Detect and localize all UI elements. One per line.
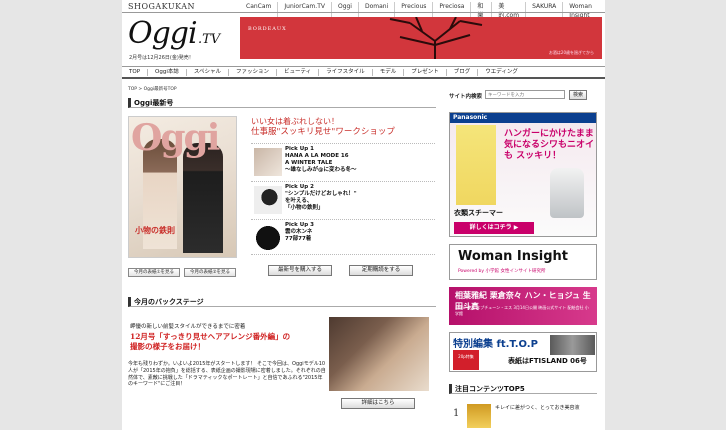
- backstage-headline[interactable]: 12月号「すっきり見せヘアアレンジ番外編」の 撮影の様子をお届け！: [130, 332, 290, 352]
- special-edition-banner[interactable]: 特別編集 ft.T.O.P 20p特集 表紙はFTISLAND 06号: [449, 332, 597, 372]
- detail-button[interactable]: 詳細はこちら: [341, 398, 415, 409]
- search-input[interactable]: [485, 90, 565, 99]
- special-photo-strip: [550, 335, 595, 355]
- pickup-item[interactable]: Pick Up 3 雲の木ンネ 77部77着: [251, 219, 435, 255]
- pickup-thumbnail: [254, 224, 282, 252]
- section-title-latest: Oggi最新号: [128, 98, 436, 108]
- nav-item-magazine[interactable]: Oggi本誌: [148, 68, 187, 76]
- cover-title: Oggi: [131, 117, 220, 159]
- woman-insight-banner[interactable]: Woman Insight Powered by 小学館 女性インサイト研究所: [449, 244, 597, 280]
- pickup-line: 雲の木ンネ: [285, 229, 313, 235]
- backstage-headline-line: 撮影の様子をお届け！: [130, 342, 205, 351]
- pickup-label: Pick Up 1: [285, 146, 314, 152]
- cover-model-male: [183, 143, 223, 253]
- nav-item-present[interactable]: プレゼント: [404, 68, 447, 76]
- backstage-headline-line: 12月号「すっきり見せヘアアレンジ番外編」の: [130, 332, 291, 341]
- tree-branches-icon: [389, 17, 483, 59]
- buy-issue-button[interactable]: 最新号を購入する: [268, 265, 332, 276]
- pickup-line: 77部77着: [285, 236, 312, 242]
- pickup-thumbnail: [254, 186, 282, 214]
- pickup-label: Pick Up 2: [285, 184, 314, 190]
- global-nav: TOP Oggi本誌 スペシャル ファッション ビューティ ライフスタイル モデ…: [122, 66, 605, 79]
- ranking-text: キレイに差がつく、とっておき美容液: [495, 405, 580, 411]
- feature-catch-line1: いい女は着ぶれしない！: [251, 117, 339, 126]
- header-divider: [122, 12, 605, 13]
- pickup-line: A WINTER TALE: [285, 160, 333, 166]
- backstage-lead: 岬優の新しい前髪スタイルができるまでに密着: [130, 324, 246, 330]
- nav-item-fashion[interactable]: ファッション: [229, 68, 277, 76]
- nav-item-model[interactable]: モデル: [373, 68, 405, 76]
- pickup-line: 〜雄なしみが@に変わる冬〜: [285, 167, 357, 173]
- nav-item-lifestyle[interactable]: ライフスタイル: [319, 68, 373, 76]
- magazine-cover[interactable]: Oggi 小物の鉄則: [128, 116, 237, 258]
- drama-sub: 出演：波乱 ネプチューン・エス 3月14日公開 映画公式サイト 配給会社 小学館: [455, 305, 589, 316]
- panasonic-ad[interactable]: Panasonic ハンガーにかけたまま 気になるシワもニオイも スッキリ！ 衣…: [449, 112, 597, 237]
- pickup-line: を叶える、: [285, 198, 313, 204]
- ranking-number: 1: [453, 408, 460, 419]
- nav-item-wedding[interactable]: ウエディング: [478, 69, 525, 76]
- pickup-text: Pick Up 2 "シンプルだけどおしゃれ！" を叶える、 「小物の鉄則」: [285, 184, 357, 212]
- search-label: サイト内検索: [449, 94, 483, 100]
- panasonic-cta-button[interactable]: 詳しくはコチラ ▶: [454, 222, 534, 234]
- pickup-item[interactable]: Pick Up 2 "シンプルだけどおしゃれ！" を叶える、 「小物の鉄則」: [251, 181, 435, 219]
- cover-copy: 小物の鉄則: [135, 225, 175, 235]
- pickup-line: "シンプルだけどおしゃれ！": [285, 191, 357, 197]
- backstage-body: 今年も残りわずか。いよいよ2015年がスタートします！ そこで今回は、Oggiモ…: [128, 361, 326, 388]
- search-button[interactable]: 検索: [569, 90, 587, 100]
- drama-banner[interactable]: 相葉雅紀 栗倉奈々 ハン・ヒョジュ 生田斗真 出演：波乱 ネプチューン・エス 3…: [449, 287, 597, 325]
- shirt-image: [456, 125, 496, 205]
- header-ad-banner[interactable]: BORDEAUX お酒は20歳を過ぎてから: [240, 17, 602, 59]
- woman-insight-sub: Powered by 小学館 女性インサイト研究所: [458, 269, 546, 274]
- cover-1-button[interactable]: 今月の表紙①を見る: [128, 268, 180, 277]
- nav-item-top[interactable]: TOP: [122, 68, 149, 76]
- section-title-top5: 注目コンテンツTOP5: [449, 384, 597, 394]
- banner-disclaimer: お酒は20歳を過ぎてから: [548, 50, 594, 55]
- pickup-text: Pick Up 1 HANA A LA MODE 16 A WINTER TAL…: [285, 146, 357, 174]
- panasonic-headline: ハンガーにかけたまま 気になるシワもニオイも スッキリ！: [504, 129, 595, 161]
- woman-insight-logo: Woman Insight: [458, 249, 568, 264]
- subscribe-button[interactable]: 定期購読をする: [349, 265, 413, 276]
- special-tail: 表紙はFTISLAND 06号: [508, 357, 587, 365]
- ranking-item[interactable]: 1 キレイに差がつく、とっておき美容液: [449, 402, 597, 428]
- nav-item-beauty[interactable]: ビューティ: [277, 68, 320, 76]
- feature-catch: いい女は着ぶれしない！ 仕事服"スッキリ見せ"ワークショップ: [251, 117, 395, 137]
- banner-brand: BORDEAUX: [248, 26, 287, 32]
- pickup-line: 「小物の鉄則」: [285, 205, 324, 211]
- panasonic-product: 衣類スチーマー: [454, 209, 503, 217]
- pickup-line: HANA A LA MODE 16: [285, 153, 349, 159]
- nav-item-blog[interactable]: ブログ: [447, 68, 479, 76]
- publisher-logo[interactable]: SHOGAKUKAN: [128, 2, 195, 11]
- site-logo-suffix: .TV: [198, 32, 221, 47]
- issue-note: 2月号は12月26日(金)発売！: [129, 55, 194, 61]
- pickup-label: Pick Up 3: [285, 222, 314, 228]
- breadcrumb[interactable]: TOP > Oggi最新号TOP: [128, 86, 177, 92]
- nav-item-special[interactable]: スペシャル: [187, 68, 229, 76]
- panasonic-logo: Panasonic: [450, 113, 596, 123]
- page: SHOGAKUKAN CanCam JuniorCam.TV Oggi Doma…: [122, 0, 605, 430]
- feature-catch-line2: 仕事服"スッキリ見せ"ワークショップ: [251, 127, 395, 137]
- special-tag: 20p特集: [453, 350, 479, 370]
- ranking-thumbnail: [467, 404, 491, 428]
- backstage-photo[interactable]: [329, 317, 429, 391]
- special-headline: 特別編集 ft.T.O.P: [453, 339, 538, 350]
- pickup-text: Pick Up 3 雲の木ンネ 77部77着: [285, 222, 314, 243]
- cover-2-button[interactable]: 今月の表紙②を見る: [184, 268, 236, 277]
- pickup-item[interactable]: Pick Up 1 HANA A LA MODE 16 A WINTER TAL…: [251, 143, 435, 181]
- section-title-backstage: 今月のバックステージ: [128, 297, 436, 307]
- site-logo[interactable]: Oggi: [128, 16, 198, 51]
- steamer-device-icon: [550, 168, 584, 218]
- pickup-thumbnail: [254, 148, 282, 176]
